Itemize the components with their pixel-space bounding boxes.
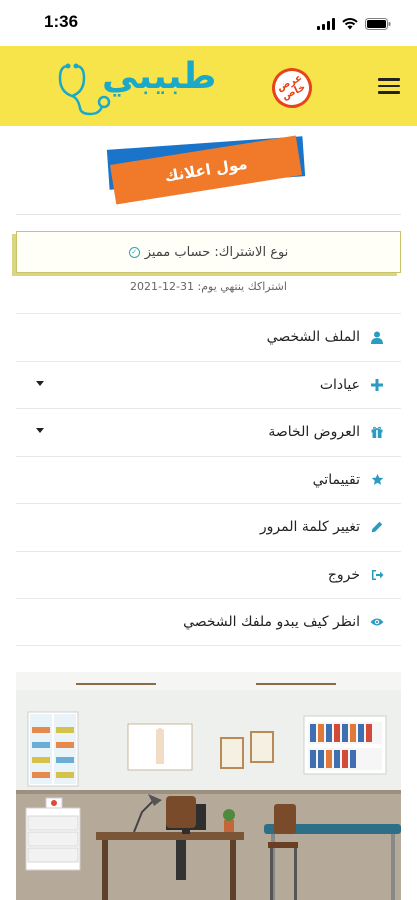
star-icon <box>370 473 384 487</box>
hamburger-line <box>378 84 400 87</box>
menu-item-logout[interactable]: خروج <box>16 550 401 599</box>
menu-item-label: خروج <box>327 566 360 583</box>
plus-icon <box>370 378 384 392</box>
menu-item-change-password[interactable]: تغيير كلمة المرور <box>16 503 401 551</box>
status-time: 1:36 <box>44 12 79 31</box>
logo-text: طبيبي <box>102 56 217 97</box>
menu-item-clinics[interactable]: عيادات <box>16 360 401 409</box>
battery-icon <box>365 15 391 34</box>
user-icon <box>370 330 384 344</box>
status-icons <box>317 15 391 34</box>
menu-item-profile[interactable]: الملف الشخصي <box>16 313 401 361</box>
menu-item-my-ratings[interactable]: تقييماتي <box>16 455 401 504</box>
caret-down-icon[interactable] <box>36 380 44 386</box>
special-offer-badge[interactable]: عرض خاص <box>265 61 319 115</box>
menu-item-label: تقييماتي <box>312 471 360 488</box>
menu-item-special-offers[interactable]: العروض الخاصة <box>16 408 401 456</box>
status-bar: 1:36 <box>0 0 417 46</box>
menu-item-label: عيادات <box>319 376 360 393</box>
app-logo[interactable]: طبيبي <box>50 52 216 118</box>
hamburger-line <box>378 91 400 94</box>
subscription-type-label: نوع الاشتراك: حساب مميز <box>144 244 289 260</box>
menu-item-label: الملف الشخصي <box>266 329 360 346</box>
gift-icon <box>370 425 384 439</box>
eye-icon <box>370 615 384 629</box>
divider <box>16 214 401 215</box>
menu-item-label: تغيير كلمة المرور <box>259 519 360 536</box>
menu-item-label: انظر كيف يبدو ملفك الشخصي <box>183 613 360 630</box>
logout-icon <box>370 568 384 582</box>
clinic-room-image <box>16 672 401 900</box>
app-header: طبيبي عرض خاص <box>0 46 417 126</box>
menu-item-preview-profile[interactable]: انظر كيف يبدو ملفك الشخصي <box>16 598 401 646</box>
hamburger-icon <box>378 78 400 81</box>
subscription-expiry: اشتراكك ينتهي يوم: 31-12-2021 <box>130 280 287 293</box>
ad-banner[interactable]: مول اعلانك <box>106 135 306 205</box>
hamburger-menu-button[interactable] <box>378 78 400 94</box>
profile-menu: الملف الشخصي عيادات العروض الخاصة تقييما… <box>16 313 401 646</box>
clinic-illustration <box>16 672 401 900</box>
pencil-icon <box>370 520 384 534</box>
caret-down-icon[interactable] <box>36 428 44 433</box>
subscription-box: نوع الاشتراك: حساب مميز ✓ <box>16 231 401 273</box>
ad-banner-label: مول اعلانك <box>163 154 249 186</box>
signal-icon <box>317 15 335 34</box>
check-circle-icon: ✓ <box>128 246 140 258</box>
wifi-icon <box>342 15 358 34</box>
menu-item-label: العروض الخاصة <box>268 424 360 441</box>
offer-badge-text: عرض خاص <box>275 72 308 103</box>
